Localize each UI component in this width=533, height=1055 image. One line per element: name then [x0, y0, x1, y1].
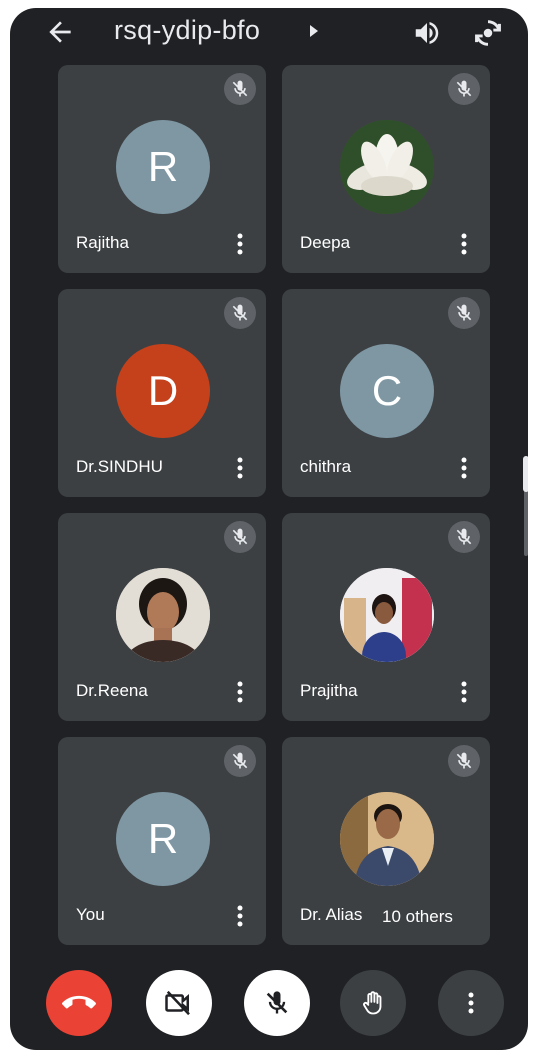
- mic-off-icon: [224, 745, 256, 777]
- avatar-initial: D: [147, 367, 179, 414]
- more-vertical-icon[interactable]: [230, 231, 250, 257]
- meet-call-screen: rsq-ydip-bfo R Rajitha Deepa D Dr.SINDHU…: [10, 8, 528, 1050]
- participant-tile[interactable]: Dr.Reena: [58, 513, 266, 721]
- participant-name: Rajitha: [76, 233, 129, 252]
- end-call-button[interactable]: [46, 970, 112, 1036]
- participant-name: Dr.SINDHU: [76, 457, 163, 476]
- participant-tile-group[interactable]: Dr. Alias 10 others: [282, 737, 490, 945]
- more-vertical-icon[interactable]: [230, 903, 250, 929]
- back-arrow-icon[interactable]: [44, 16, 76, 48]
- avatar: R: [116, 120, 210, 214]
- avatar-photo: [116, 568, 210, 662]
- more-vertical-icon: [468, 992, 474, 1014]
- avatar: C: [340, 344, 434, 438]
- more-vertical-icon[interactable]: [454, 231, 474, 257]
- person-photo-image: [340, 792, 434, 886]
- more-vertical-icon[interactable]: [454, 679, 474, 705]
- scrollbar-thumb[interactable]: [523, 456, 528, 492]
- caret-right-icon[interactable]: [308, 24, 320, 38]
- participant-tile[interactable]: R Rajitha: [58, 65, 266, 273]
- phone-hangup-icon: [62, 995, 96, 1009]
- mic-off-icon: [448, 745, 480, 777]
- mic-off-icon: [266, 991, 288, 1014]
- person-photo-image: [116, 568, 210, 662]
- mic-off-icon: [448, 521, 480, 553]
- raise-hand-button[interactable]: [340, 970, 406, 1036]
- participant-tile[interactable]: Deepa: [282, 65, 490, 273]
- participant-name: chithra: [300, 457, 352, 476]
- hand-icon: [363, 991, 382, 1015]
- participant-tile[interactable]: D Dr.SINDHU: [58, 289, 266, 497]
- mic-off-icon: [224, 297, 256, 329]
- camera-off-button[interactable]: [146, 970, 212, 1036]
- avatar-initial: R: [147, 143, 179, 190]
- mic-off-icon: [448, 297, 480, 329]
- avatar-photo: [340, 568, 434, 662]
- participant-name: Deepa: [300, 233, 351, 252]
- person-photo-image: [340, 568, 434, 662]
- participant-name: Dr.Reena: [76, 681, 148, 700]
- speaker-icon[interactable]: [412, 18, 442, 48]
- more-vertical-icon[interactable]: [230, 455, 250, 481]
- avatar-initial: R: [147, 815, 179, 862]
- mic-off-icon: [224, 521, 256, 553]
- participant-tile-self[interactable]: R You: [58, 737, 266, 945]
- participant-name: You: [76, 905, 105, 924]
- more-options-button[interactable]: [438, 970, 504, 1036]
- mic-off-button[interactable]: [244, 970, 310, 1036]
- participant-name: Dr. Alias: [300, 905, 363, 924]
- mic-off-icon: [448, 73, 480, 105]
- participant-tile[interactable]: Prajitha: [282, 513, 490, 721]
- avatar: D: [116, 344, 210, 438]
- more-vertical-icon[interactable]: [230, 679, 250, 705]
- avatar-initial: C: [371, 367, 403, 414]
- others-count-badge[interactable]: 10 others: [368, 897, 467, 937]
- lotus-flower-image: [340, 120, 434, 214]
- participant-name: Prajitha: [300, 681, 358, 700]
- participant-tile[interactable]: C chithra: [282, 289, 490, 497]
- mic-off-icon: [224, 73, 256, 105]
- top-bar: rsq-ydip-bfo: [10, 8, 528, 56]
- video-off-icon: [165, 990, 190, 1016]
- avatar-photo: [340, 792, 434, 886]
- flip-camera-icon[interactable]: [472, 17, 504, 49]
- avatar-photo: [340, 120, 434, 214]
- meeting-code-title[interactable]: rsq-ydip-bfo: [114, 15, 260, 46]
- avatar: R: [116, 792, 210, 886]
- more-vertical-icon[interactable]: [454, 455, 474, 481]
